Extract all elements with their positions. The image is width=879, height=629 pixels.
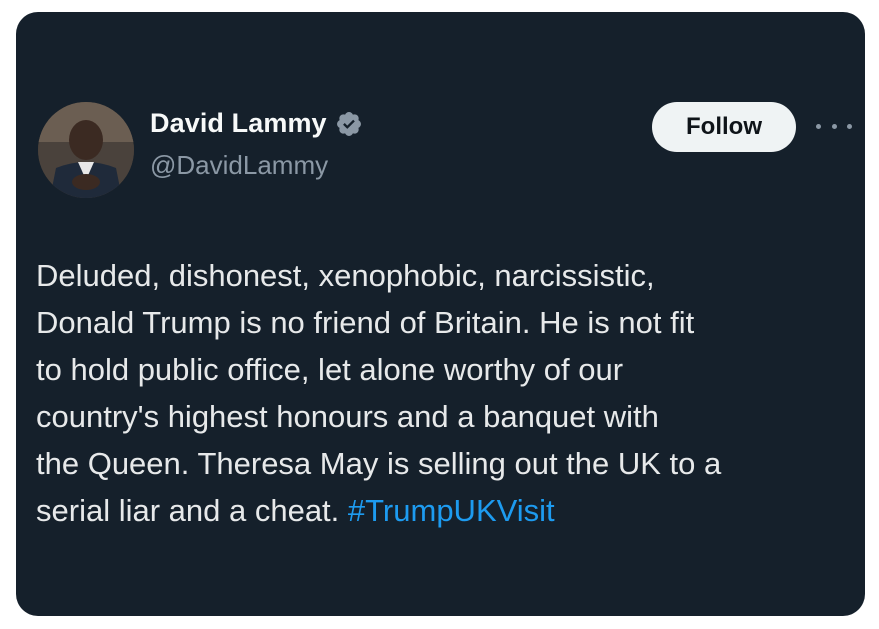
avatar[interactable] [38,102,134,198]
more-dot [831,123,837,129]
more-dot [816,123,821,129]
more-dot [847,123,852,129]
author-display-name[interactable]: David Lammy [150,108,327,139]
author-name-row: David Lammy [150,108,363,139]
tweet-card: David Lammy @DavidLammy Follow Deluded, … [16,12,865,616]
more-options-icon[interactable] [816,114,852,138]
avatar-photo [38,102,134,198]
tweet-text: Deluded, dishonest, xenophobic, narcissi… [36,258,722,528]
verified-badge-icon [335,110,363,138]
hashtag-link[interactable]: #TrumpUKVisit [348,493,555,528]
author-handle[interactable]: @DavidLammy [150,150,328,181]
tweet-body: Deluded, dishonest, xenophobic, narcissi… [36,252,856,534]
follow-button[interactable]: Follow [652,102,796,152]
